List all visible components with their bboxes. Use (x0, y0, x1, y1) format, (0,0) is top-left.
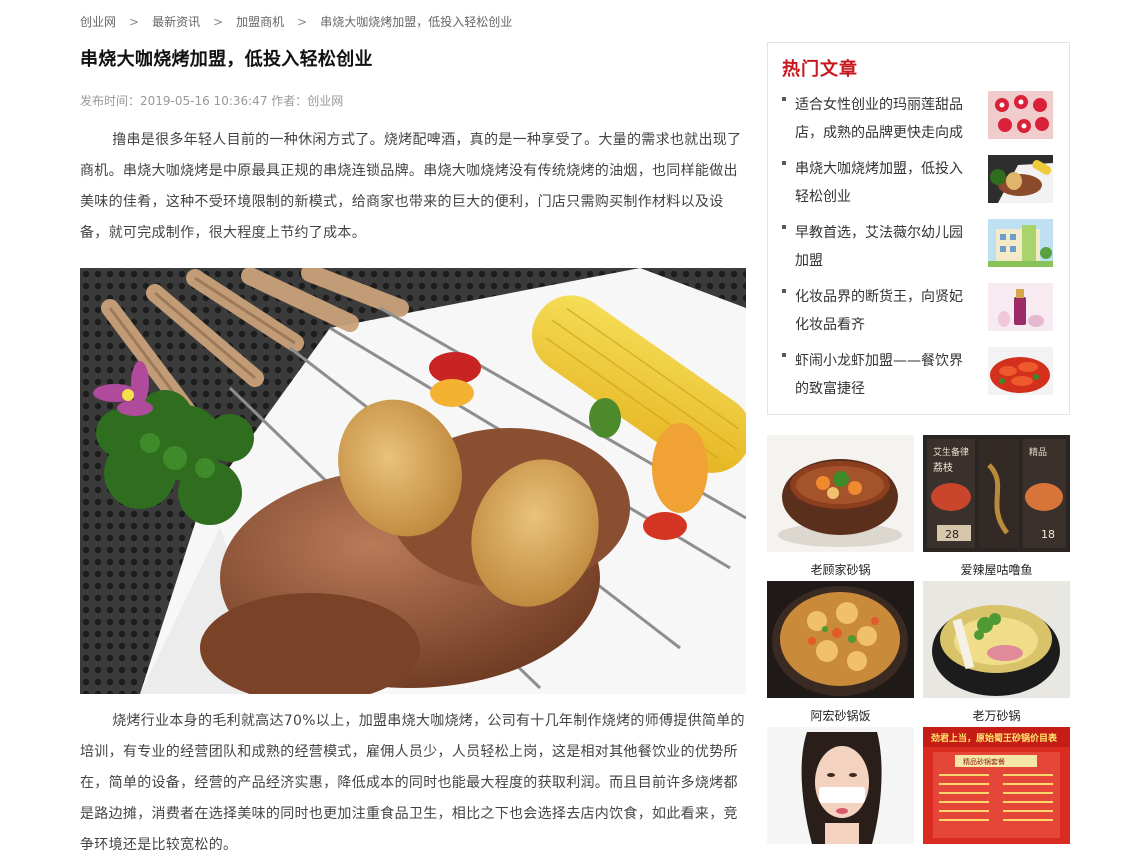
poster-tag: 荔枝 (933, 461, 953, 474)
poster-price: 28 (945, 528, 959, 541)
hot-article-title: 化妆品界的断货王，向贤妃化妆品看齐 (795, 289, 963, 333)
bullet-icon (782, 97, 786, 101)
hot-article-item[interactable]: 适合女性创业的玛丽莲甜品店，成熟的品牌更快走向成 (782, 91, 1064, 155)
poster-tag: 艾生备律 (933, 446, 969, 458)
breadcrumb-home-link[interactable]: 创业网 (80, 13, 116, 30)
hot-article-title: 适合女性创业的玛丽莲甜品店，成熟的品牌更快走向成 (795, 97, 963, 141)
hot-article-item[interactable]: 早教首选，艾法薇尔幼儿园加盟 (782, 219, 1064, 283)
poster-tag: 精品 (1029, 446, 1047, 458)
bbq-skewers-photo (80, 268, 746, 694)
thumbnail-caption: 老万砂锅 (972, 709, 1021, 723)
breadcrumb-separator: > (213, 14, 224, 29)
poster-price: 18 (1041, 528, 1055, 541)
menu-board-tag: 精品砂锅套餐 (963, 757, 1005, 766)
article: 串烧大咖烧烤加盟，低投入轻松创业 发布时间：2019-05-16 10:36:4… (80, 45, 746, 861)
menu-board-photo: 劲君上当，原始蜀王砂锅价目表 精品砂锅套餐 (923, 727, 1070, 844)
bullet-icon (782, 353, 786, 357)
hot-article-title: 虾闹小龙虾加盟——餐饮界的致富捷径 (795, 353, 963, 397)
hot-article-item[interactable]: 化妆品界的断货王，向贤妃化妆品看齐 (782, 283, 1064, 347)
thumbnail-card[interactable]: 阿宏砂锅饭 (767, 581, 914, 724)
menu-board-headline: 劲君上当，原始蜀王砂锅价目表 (931, 732, 1058, 744)
thumbnail-card[interactable]: 劲君上当，原始蜀王砂锅价目表 精品砂锅套餐 (923, 727, 1070, 853)
crayfish-dish-thumbnail[interactable] (988, 347, 1053, 395)
thumbnail-caption: 老顾家砂锅 (810, 563, 871, 577)
article-meta: 发布时间：2019-05-16 10:36:47 作者：创业网 (80, 94, 344, 108)
hot-articles-panel: 热门文章 适合女性创业的玛丽莲甜品店，成熟的品牌更快走向成 串烧大咖烧烤加盟，低… (767, 42, 1070, 415)
thumbnail-caption: 爱辣屋咕噜鱼 (960, 563, 1033, 577)
thumbnail-card[interactable]: 艾生备律 精品 荔枝 28 18 爱辣屋咕噜鱼 (923, 435, 1070, 578)
hot-articles-title: 热门文章 (782, 59, 858, 80)
hot-article-item[interactable]: 串烧大咖烧烤加盟，低投入轻松创业 (782, 155, 1064, 219)
bullet-icon (782, 161, 786, 165)
article-title: 串烧大咖烧烤加盟，低投入轻松创业 (80, 49, 373, 70)
thumbnail-caption: 阿宏砂锅饭 (810, 709, 871, 723)
skincare-model-photo (767, 727, 914, 844)
thumbnail-card[interactable]: 老万砂锅 (923, 581, 1070, 724)
breadcrumb-franchise-link[interactable]: 加盟商机 (236, 13, 284, 30)
hot-article-title: 早教首选，艾法薇尔幼儿园加盟 (795, 225, 963, 269)
clay-pot-soup-photo (923, 581, 1070, 698)
bbq-skewers-thumbnail[interactable] (988, 155, 1053, 203)
breadcrumb-separator: > (129, 14, 140, 29)
hot-article-title: 串烧大咖烧烤加盟，低投入轻松创业 (795, 161, 963, 205)
bullet-icon (782, 289, 786, 293)
kindergarten-building-thumbnail[interactable] (988, 219, 1053, 267)
breadcrumb-news-link[interactable]: 最新资讯 (152, 13, 200, 30)
thumbnail-card[interactable]: 老顾家砂锅 (767, 435, 914, 578)
clay-pot-photo (767, 435, 914, 552)
strawberry-dessert-thumbnail[interactable] (988, 91, 1053, 139)
breadcrumb-separator: > (297, 14, 308, 29)
bullet-icon (782, 225, 786, 229)
hot-article-item[interactable]: 虾闹小龙虾加盟——餐饮界的致富捷径 (782, 347, 1064, 411)
clay-pot-rice-photo (767, 581, 914, 698)
restaurant-poster-photo: 艾生备律 精品 荔枝 28 18 (923, 435, 1070, 552)
article-paragraph: 烧烤行业本身的毛利就高达70%以上，加盟串烧大咖烧烤，公司有十几年制作烧烤的师傅… (80, 713, 745, 853)
cosmetics-bottle-thumbnail[interactable] (988, 283, 1053, 331)
article-paragraph: 撸串是很多年轻人目前的一种休闲方式了。烧烤配啤酒，真的是一种享受了。大量的需求也… (80, 132, 742, 241)
thumbnail-card[interactable] (767, 727, 914, 853)
breadcrumb: 创业网 > 最新资讯 > 加盟商机 > 串烧大咖烧烤加盟，低投入轻松创业 (80, 13, 512, 30)
breadcrumb-current-link[interactable]: 串烧大咖烧烤加盟，低投入轻松创业 (320, 13, 512, 30)
